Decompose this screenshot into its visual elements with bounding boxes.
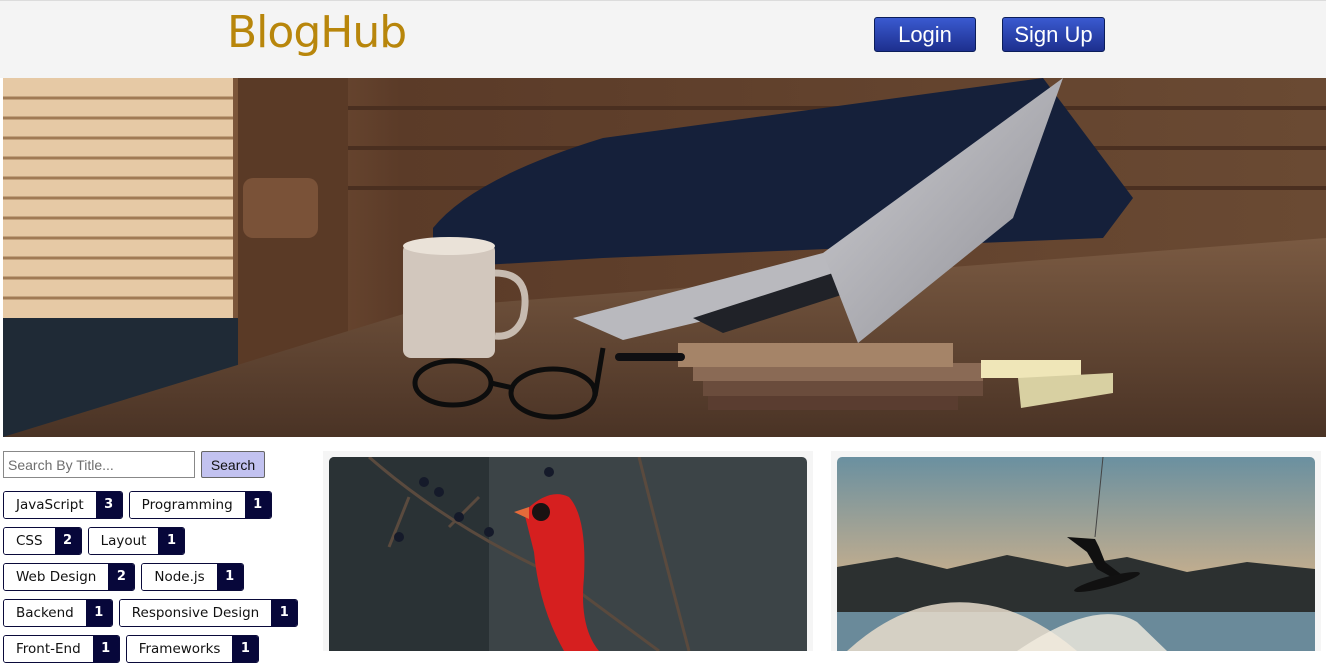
login-button[interactable]: Login (874, 17, 976, 52)
tag-css[interactable]: CSS 2 (3, 527, 82, 555)
wakeboarder-image (837, 457, 1315, 651)
tag-label: Frameworks (126, 636, 233, 662)
tag-frameworks[interactable]: Frameworks 1 (125, 635, 260, 663)
tag-row: Backend 1 Responsive Design 1 (3, 599, 313, 627)
hero-image (3, 78, 1326, 437)
tag-label: Layout (88, 528, 159, 554)
tag-count: 1 (271, 600, 298, 626)
tag-label: Backend (4, 600, 86, 626)
tag-row: Web Design 2 Node.js 1 (3, 563, 313, 591)
blog-card[interactable] (831, 451, 1321, 651)
blog-card-image[interactable] (837, 457, 1315, 651)
tag-label: Responsive Design (119, 600, 272, 626)
cardinal-bird-image (329, 457, 807, 651)
tag-list: JavaScript 3 Programming 1 CSS 2 Layout 1 We… (3, 491, 313, 671)
signup-button[interactable]: Sign Up (1002, 17, 1105, 52)
tag-count: 1 (92, 636, 119, 662)
tag-label: JavaScript (4, 492, 96, 518)
tag-label: Programming (129, 492, 245, 518)
tag-count: 1 (232, 636, 259, 662)
tag-count: 2 (54, 528, 81, 554)
site-header: BlogHub Login Sign Up (0, 0, 1326, 78)
tag-front-end[interactable]: Front-End 1 (3, 635, 120, 663)
tag-responsive-design[interactable]: Responsive Design 1 (118, 599, 299, 627)
search-button[interactable]: Search (201, 451, 265, 478)
tag-label: Node.js (142, 564, 217, 590)
site-logo[interactable]: BlogHub (227, 7, 407, 58)
tag-label: Web Design (4, 564, 109, 590)
tag-nodejs[interactable]: Node.js 1 (141, 563, 244, 591)
blog-card-image[interactable] (329, 457, 807, 651)
tag-count: 2 (108, 564, 135, 590)
tag-count: 1 (85, 600, 112, 626)
tag-label: Front-End (4, 636, 93, 662)
tag-layout[interactable]: Layout 1 (87, 527, 186, 555)
tag-count: 1 (216, 564, 243, 590)
tag-row: CSS 2 Layout 1 (3, 527, 313, 555)
tag-javascript[interactable]: JavaScript 3 (3, 491, 123, 519)
tag-web-design[interactable]: Web Design 2 (3, 563, 136, 591)
tag-backend[interactable]: Backend 1 (3, 599, 113, 627)
tag-label: CSS (4, 528, 55, 554)
tag-programming[interactable]: Programming 1 (128, 491, 272, 519)
hero-desk-laptop-illustration (3, 78, 1326, 437)
blog-card[interactable] (323, 451, 813, 651)
search-input[interactable] (3, 451, 195, 478)
tag-row: JavaScript 3 Programming 1 (3, 491, 313, 519)
tag-row: Front-End 1 Frameworks 1 (3, 635, 313, 663)
tag-count: 3 (95, 492, 122, 518)
tag-count: 1 (244, 492, 271, 518)
tag-count: 1 (158, 528, 185, 554)
